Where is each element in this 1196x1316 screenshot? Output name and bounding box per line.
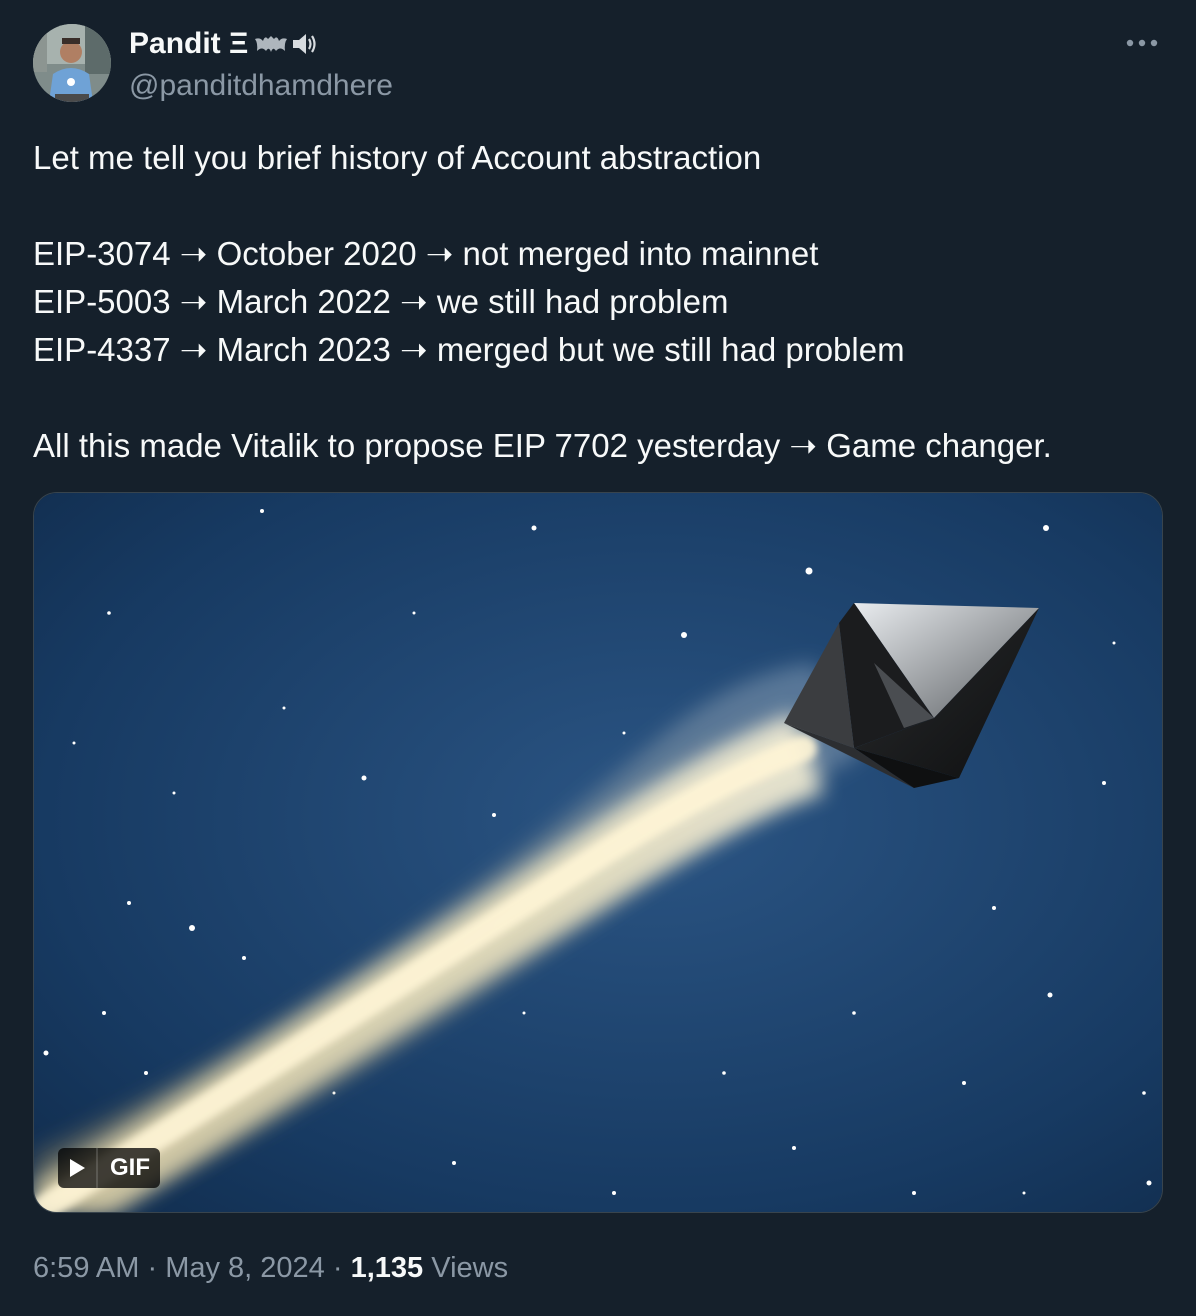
tweet-line: EIP-3074 ➝ October 2020 ➝ not merged int… xyxy=(33,235,819,272)
author-name-text: Pandit Ξ xyxy=(129,27,249,60)
tweet-line: EIP-4337 ➝ March 2023 ➝ merged but we st… xyxy=(33,331,905,368)
tweet-date[interactable]: May 8, 2024 xyxy=(165,1252,325,1284)
name-emoji-group xyxy=(254,30,320,58)
tweet-line-blank xyxy=(33,374,1163,422)
tweet-text: Let me tell you brief history of Account… xyxy=(33,134,1163,470)
tweet-line: EIP-5003 ➝ March 2022 ➝ we still had pro… xyxy=(33,283,729,320)
tweet-line: All this made Vitalik to propose EIP 770… xyxy=(33,427,1052,464)
tweet-line-blank xyxy=(33,182,1163,230)
gif-label: GIF xyxy=(110,1154,150,1181)
tweet-time[interactable]: 6:59 AM xyxy=(33,1252,139,1284)
author-names: Pandit Ξ @panditdhamdhere xyxy=(129,26,393,104)
tweet-line: Let me tell you brief history of Account… xyxy=(33,139,762,176)
gif-media[interactable]: GIF xyxy=(33,492,1163,1213)
tweet-header: Pandit Ξ @panditdhamdhere xyxy=(33,24,393,104)
meta-separator: · xyxy=(147,1252,158,1284)
ethereum-comet-image xyxy=(34,493,1162,1212)
more-options-button[interactable] xyxy=(1122,26,1162,60)
meta-separator: · xyxy=(332,1252,343,1284)
views-label: Views xyxy=(431,1252,509,1284)
more-dots-icon xyxy=(1126,39,1158,47)
tweet-metadata: 6:59 AM · May 8, 2024 · 1,135 Views xyxy=(33,1248,508,1288)
avatar[interactable] xyxy=(33,24,111,102)
views-count: 1,135 xyxy=(350,1252,424,1284)
author-display-name[interactable]: Pandit Ξ xyxy=(129,26,393,62)
play-icon xyxy=(58,1148,98,1188)
tweet-card: Pandit Ξ @panditdhamdhere Let me tell yo… xyxy=(0,0,1196,1316)
avatar-image xyxy=(33,24,111,102)
speaker-icon xyxy=(293,34,316,54)
author-handle[interactable]: @panditdhamdhere xyxy=(129,68,393,104)
bat-icon xyxy=(255,36,288,52)
gif-badge[interactable]: GIF xyxy=(58,1148,160,1188)
